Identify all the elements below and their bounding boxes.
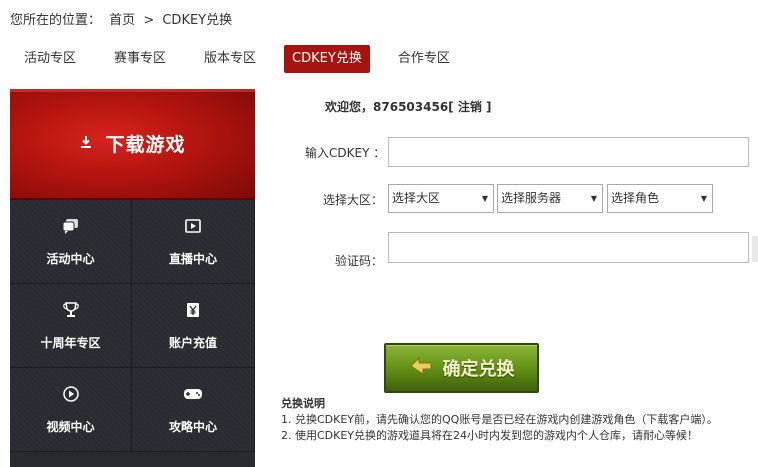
download-game-label: 下载游戏: [105, 134, 186, 156]
sidebar-grid: 活动中心 直播中心 十周年专区 账户充值 视频中心 攻略中心: [10, 200, 255, 452]
tab-version[interactable]: 版本专区: [194, 45, 266, 73]
username: 876503456: [373, 100, 449, 114]
breadcrumb-separator: >: [143, 13, 155, 28]
tab-activity[interactable]: 活动专区: [14, 45, 86, 73]
breadcrumb-prefix: 您所在的位置：: [10, 13, 102, 28]
redeem-notes: 兑换说明 1. 兑换CDKEY前，请先确认您的QQ账号是否已经在游戏内创建游戏角…: [281, 396, 718, 444]
sidebar-item-recharge[interactable]: 账户充值: [132, 284, 255, 368]
logout-link[interactable]: [ 注销 ]: [448, 100, 491, 114]
download-icon: [79, 134, 93, 153]
sidebar-item-live-center[interactable]: 直播中心: [132, 200, 255, 284]
notes-line-1: 1. 兑换CDKEY前，请先确认您的QQ账号是否已经在游戏内创建游戏角色（下载客…: [281, 413, 718, 426]
breadcrumb-home-link[interactable]: 首页: [109, 13, 135, 28]
gamepad-icon: [183, 384, 203, 404]
captcha-label: 验证码：: [335, 254, 384, 268]
trophy-icon: [61, 300, 81, 320]
sidebar-item-label: 十周年专区: [40, 336, 101, 350]
chevron-down-icon: ▼: [590, 194, 597, 203]
sidebar-item-activity-center[interactable]: 活动中心: [10, 200, 132, 284]
cdkey-label: 输入CDKEY ：: [305, 146, 386, 160]
sidebar-item-label: 直播中心: [168, 252, 217, 266]
sidebar-item-guide-center[interactable]: 攻略中心: [132, 368, 255, 452]
play-screen-icon: [183, 216, 203, 236]
tab-cdkey[interactable]: CDKEY兑换: [284, 45, 370, 73]
breadcrumb-current: CDKEY兑换: [162, 13, 233, 28]
notes-line-2: 2. 使用CDKEY兑换的游戏道具将在24小时内发到您的游戏内个人仓库，请耐心等…: [281, 429, 699, 442]
region-label: 选择大区：: [323, 193, 384, 207]
cdkey-input[interactable]: [388, 137, 749, 167]
sidebar-item-10th-anniversary[interactable]: 十周年专区: [10, 284, 132, 368]
confirm-redeem-button[interactable]: 确定兑换: [384, 343, 539, 393]
sidebar-item-label: 攻略中心: [168, 420, 217, 434]
yen-icon: [183, 300, 203, 320]
chevron-down-icon: ▼: [481, 194, 488, 203]
scroll-edge: [752, 236, 758, 262]
confirm-redeem-label: 确定兑换: [442, 359, 515, 380]
server-select-value: 选择服务器: [501, 191, 562, 205]
play-circle-icon: [61, 384, 81, 404]
welcome-message: 欢迎您，876503456[ 注销 ]: [325, 98, 492, 115]
sidebar-item-video-center[interactable]: 视频中心: [10, 368, 132, 452]
lightning-icon: [409, 355, 435, 382]
region-select-value: 选择大区: [392, 191, 441, 205]
role-select[interactable]: 选择角色 ▼: [607, 184, 713, 213]
role-select-value: 选择角色: [611, 191, 660, 205]
chat-icon: [61, 216, 81, 236]
sidebar-item-label: 账户充值: [168, 336, 217, 350]
notes-title: 兑换说明: [281, 397, 325, 410]
sidebar: 下载游戏 活动中心 直播中心 十周年专区 账户充值 视频中心 攻略中心: [10, 89, 255, 467]
server-select[interactable]: 选择服务器 ▼: [497, 184, 603, 213]
breadcrumb: 您所在的位置： 首页 > CDKEY兑换: [10, 9, 236, 28]
chevron-down-icon: ▼: [700, 194, 707, 203]
welcome-prefix: 欢迎您，: [325, 100, 374, 114]
download-game-button[interactable]: 下载游戏: [10, 89, 255, 200]
tab-tournament[interactable]: 赛事专区: [104, 45, 176, 73]
tab-cooperation[interactable]: 合作专区: [388, 45, 460, 73]
captcha-input[interactable]: [388, 232, 749, 263]
section-tabs: 活动专区 赛事专区 版本专区 CDKEY兑换 合作专区: [14, 45, 478, 73]
sidebar-item-label: 活动中心: [46, 252, 95, 266]
region-select[interactable]: 选择大区 ▼: [388, 184, 494, 213]
sidebar-item-label: 视频中心: [46, 420, 95, 434]
